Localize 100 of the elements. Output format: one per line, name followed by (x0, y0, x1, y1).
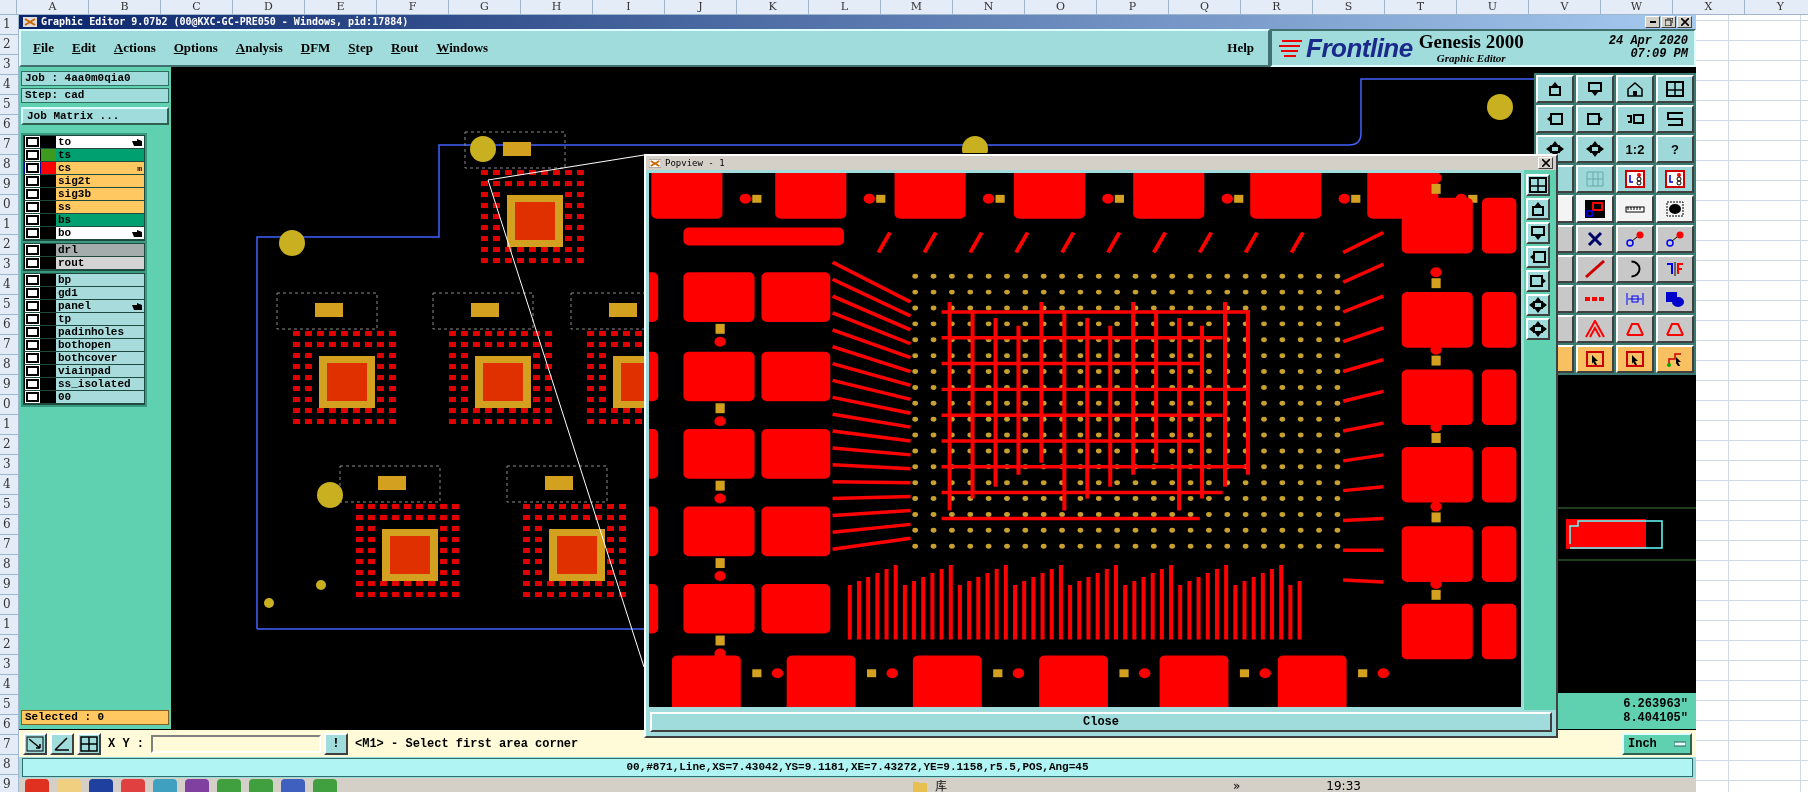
restore-button[interactable] (1661, 16, 1676, 28)
taskbar-app-icon[interactable] (89, 778, 113, 792)
layer-checkbox[interactable] (24, 175, 41, 187)
layer-name[interactable]: bothopen (56, 339, 144, 351)
tool-button[interactable] (1576, 195, 1614, 223)
tool-button[interactable] (1616, 285, 1654, 313)
layer-name[interactable]: rout (56, 257, 144, 269)
menu-item[interactable]: Step (348, 40, 373, 56)
layer-name[interactable]: bp (56, 274, 144, 286)
tool-button[interactable] (1616, 75, 1654, 103)
close-button[interactable]: Close (650, 712, 1552, 732)
tool-button[interactable] (1576, 255, 1614, 283)
tool-button[interactable] (1656, 255, 1694, 283)
layer-name[interactable]: drl (56, 244, 144, 256)
layer-checkbox[interactable] (24, 149, 41, 161)
layer-name[interactable]: gd1 (56, 287, 144, 299)
layer-checkbox[interactable] (24, 287, 41, 299)
layer-name[interactable]: cs m (56, 162, 144, 174)
layer-checkbox[interactable] (24, 300, 41, 312)
taskbar-item[interactable]: 库 (935, 778, 947, 792)
layer-checkbox[interactable] (24, 352, 41, 364)
tool-button[interactable] (1526, 270, 1550, 292)
layer-name[interactable]: 00 (56, 391, 144, 403)
layer-checkbox[interactable] (24, 326, 41, 338)
tool-button[interactable] (1576, 285, 1614, 313)
exclamation-button[interactable]: ! (324, 732, 348, 755)
tool-button[interactable] (1616, 195, 1654, 223)
layer-name[interactable]: to (56, 136, 144, 148)
layer-name[interactable]: ts (56, 149, 144, 161)
layer-name[interactable]: bothcover (56, 352, 144, 364)
layer-name[interactable]: tp (56, 313, 144, 325)
layer-name[interactable]: ss (56, 201, 144, 213)
tool-button[interactable] (50, 732, 74, 755)
taskbar-app-icon[interactable] (281, 778, 305, 792)
tool-button[interactable] (1656, 285, 1694, 313)
layer-name[interactable]: sig2t (56, 175, 144, 187)
tool-button[interactable] (1616, 105, 1654, 133)
menu-item[interactable]: Analysis (235, 40, 283, 56)
layer-checkbox[interactable] (24, 313, 41, 325)
tool-button[interactable] (1576, 315, 1614, 343)
tool-button[interactable] (1656, 225, 1694, 253)
tool-button[interactable] (1526, 198, 1550, 220)
tool-button[interactable] (1656, 75, 1694, 103)
layer-name[interactable]: panel (56, 300, 144, 312)
taskbar-app-icon[interactable] (25, 778, 49, 792)
xy-input-field[interactable] (151, 734, 321, 753)
layer-checkbox[interactable] (24, 365, 41, 377)
units-dropdown[interactable]: Inch (1622, 732, 1692, 755)
tool-button[interactable] (1576, 345, 1614, 373)
layer-name[interactable]: ss_isolated (56, 378, 144, 390)
tool-button[interactable] (1526, 174, 1550, 196)
close-button[interactable] (1538, 157, 1553, 169)
minimize-button[interactable] (1645, 16, 1660, 28)
layer-checkbox[interactable] (24, 188, 41, 200)
tool-button[interactable] (1536, 105, 1574, 133)
layer-name[interactable]: bo (56, 227, 144, 239)
layer-checkbox[interactable] (24, 378, 41, 390)
tool-button[interactable] (23, 732, 47, 755)
menu-item[interactable]: Options (173, 40, 218, 56)
tool-button[interactable] (1656, 165, 1694, 193)
tool-button[interactable] (1526, 318, 1550, 340)
layer-name[interactable]: padinholes (56, 326, 144, 338)
tool-button[interactable] (77, 732, 101, 755)
tool-button[interactable] (1616, 225, 1654, 253)
layer-checkbox[interactable] (24, 339, 41, 351)
layer-checkbox[interactable] (24, 201, 41, 213)
taskbar-app-icon[interactable] (121, 778, 145, 792)
layer-checkbox[interactable] (24, 214, 41, 226)
layer-checkbox[interactable] (24, 136, 41, 148)
tool-button[interactable] (1576, 165, 1614, 193)
layer-checkbox[interactable] (24, 257, 41, 269)
layer-checkbox[interactable] (24, 162, 41, 174)
layer-name[interactable]: sig3b (56, 188, 144, 200)
tool-button[interactable] (1656, 105, 1694, 133)
tool-button[interactable] (1526, 222, 1550, 244)
menu-item[interactable]: Rout (390, 40, 419, 56)
menu-item[interactable]: Windows (436, 40, 489, 56)
layer-checkbox[interactable] (24, 391, 41, 403)
tool-button[interactable] (1656, 315, 1694, 343)
help-button[interactable]: ? (1656, 135, 1694, 163)
tool-button[interactable] (1656, 195, 1694, 223)
close-button[interactable] (1677, 16, 1692, 28)
tool-button[interactable] (1576, 225, 1614, 253)
tool-button[interactable] (1616, 345, 1654, 373)
tool-button[interactable] (1576, 135, 1614, 163)
layer-checkbox[interactable] (24, 274, 41, 286)
layer-checkbox[interactable] (24, 244, 41, 256)
taskbar-overflow[interactable]: » (1233, 778, 1241, 792)
layer-name[interactable]: viainpad (56, 365, 144, 377)
zoom-ratio-button[interactable]: 1:2 (1616, 135, 1654, 163)
layer-name[interactable]: bs (56, 214, 144, 226)
tool-button[interactable] (1526, 294, 1550, 316)
tool-button[interactable] (1536, 75, 1574, 103)
taskbar-app-icon[interactable] (185, 778, 209, 792)
tool-button[interactable] (1526, 246, 1550, 268)
job-matrix-button[interactable]: Job Matrix ... (21, 107, 169, 125)
tool-button[interactable] (1616, 255, 1654, 283)
menu-item[interactable]: File (33, 40, 54, 56)
tool-button[interactable] (1616, 165, 1654, 193)
tool-button[interactable] (1576, 105, 1614, 133)
